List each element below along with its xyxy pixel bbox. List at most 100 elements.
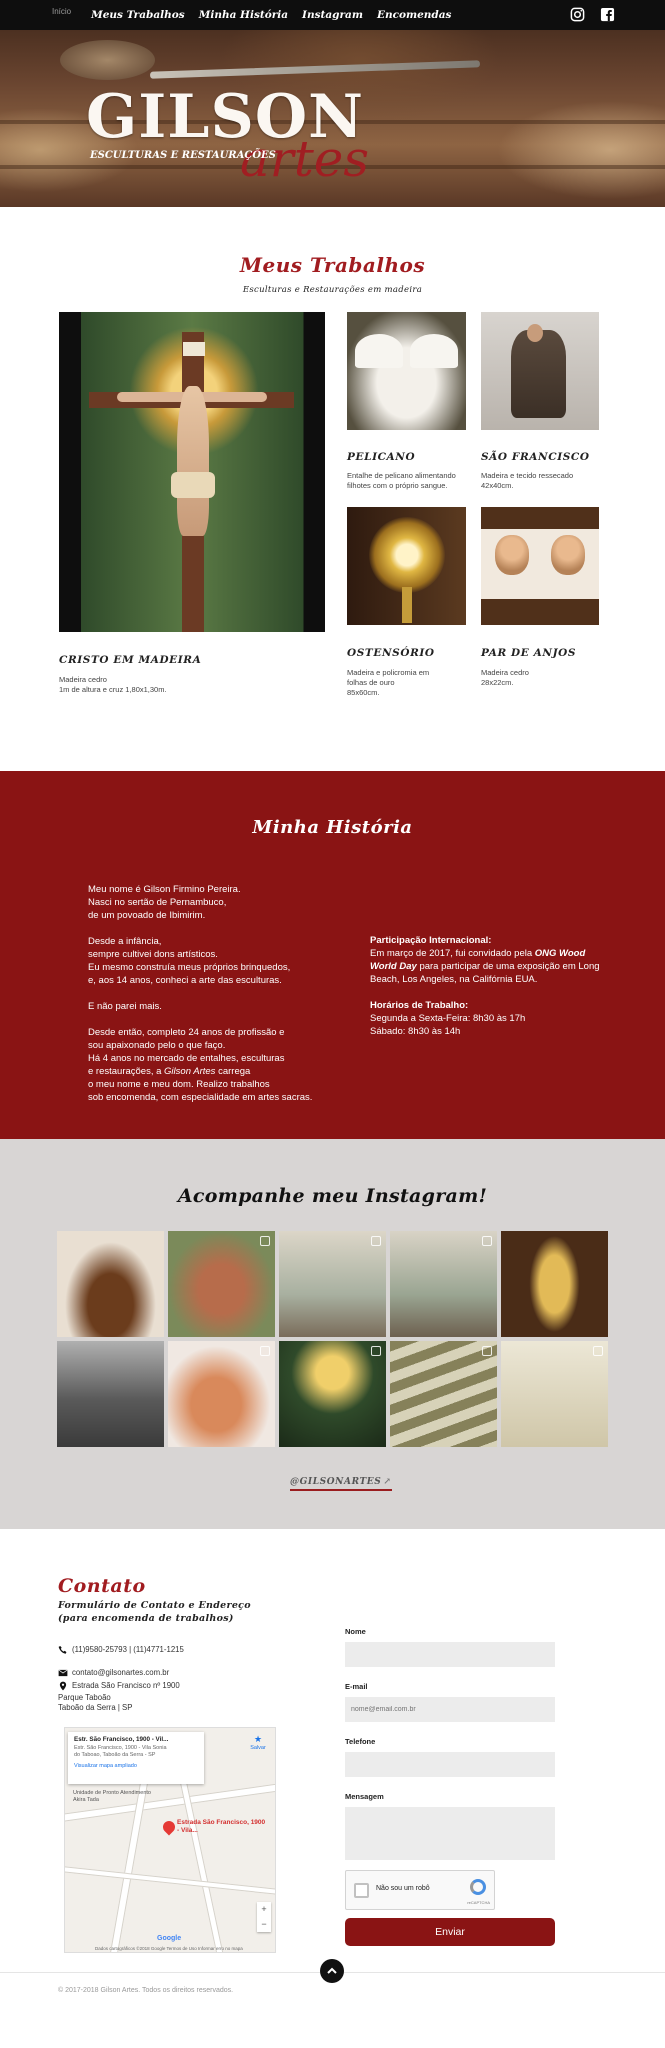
logo-tagline: ESCULTURAS E RESTAURAÇÕES (90, 150, 276, 161)
map-attribution: Dados cartográficos ©2018 Google Termos … (95, 1946, 243, 1951)
map-save-label: Salvar (250, 1745, 266, 1751)
instagram-handle: @GILSONARTES (290, 1477, 382, 1487)
contact-email: contato@gilsonartes.com.br (58, 1668, 169, 1678)
bio-line: sou apaixonado pelo o que faço. (88, 1040, 226, 1051)
instagram-post[interactable] (57, 1231, 164, 1337)
nav-minha-historia[interactable]: Minha História (199, 9, 288, 21)
hero-chisel (149, 60, 481, 79)
message-field[interactable] (345, 1807, 555, 1860)
brand-name: Gilson Artes (164, 1066, 216, 1077)
work-desc-line: folhas de ouro (347, 678, 395, 687)
address-line: Taboão da Serra | SP (58, 1703, 133, 1712)
chevron-up-icon (327, 1967, 337, 1974)
work-desc-line: Madeira e policromia em (347, 668, 430, 677)
external-link-icon: ↗ (383, 1477, 392, 1487)
phone-number: (11)9580-25793 | (11)4771-1215 (72, 1645, 184, 1654)
nav-encomendas[interactable]: Encomendas (377, 9, 452, 21)
work-desc-sao-francisco: Madeira e tecido ressecado 42x40cm. (481, 471, 573, 491)
recaptcha-widget: Não sou um robô reCAPTCHA (345, 1870, 495, 1910)
instagram-title: Acompanhe meu Instagram! (177, 1185, 488, 1207)
history-title: Minha História (252, 817, 413, 838)
ostensorio-image[interactable] (347, 507, 466, 625)
instagram-post[interactable] (501, 1231, 608, 1337)
recaptcha-checkbox[interactable] (354, 1883, 369, 1898)
pelicano-image[interactable] (347, 312, 466, 430)
submit-button[interactable]: Enviar (345, 1918, 555, 1946)
nav-instagram[interactable]: Instagram (302, 9, 363, 21)
instagram-post[interactable] (279, 1341, 386, 1447)
sao-francisco-image[interactable] (481, 312, 599, 430)
map-poi: Unidade de Pronto Atendimento Akira Tada (73, 1790, 151, 1803)
work-desc-line: 42x40cm. (481, 481, 514, 490)
bio-line: de um povoado de Ibimirim. (88, 910, 206, 921)
work-desc-line: Madeira cedro (59, 675, 107, 684)
email-field[interactable] (345, 1697, 555, 1722)
instagram-post[interactable] (390, 1231, 497, 1337)
email-address[interactable]: contato@gilsonartes.com.br (72, 1668, 169, 1678)
contact-title: Contato (58, 1575, 146, 1597)
hours-label: Horários de Trabalho: (370, 1000, 469, 1011)
history-section: Minha História Meu nome é Gilson Firmino… (0, 771, 665, 1139)
hero-tool-handle (60, 40, 155, 80)
map-place-address: Estr. São Francisco, 1900 - Vila Sonia d… (74, 1745, 167, 1758)
works-section: Meus Trabalhos Esculturas e Restaurações… (0, 207, 665, 771)
bio-line: Desde então, completo 24 anos de profiss… (88, 1027, 285, 1038)
name-field[interactable] (345, 1642, 555, 1667)
phone-field[interactable] (345, 1752, 555, 1777)
instagram-post[interactable] (279, 1231, 386, 1337)
recaptcha-brand: reCAPTCHA (467, 1900, 490, 1905)
nav-meus-trabalhos[interactable]: Meus Trabalhos (91, 9, 185, 21)
hours-saturday: Sábado: 8h30 às 14h (370, 1026, 461, 1037)
address-line: Estrada São Francisco nº 1900 (72, 1681, 180, 1690)
bio-line: Há 4 anos no mercado de entalhes, escult… (88, 1053, 285, 1064)
contact-subtitle-line: Formulário de Contato e Endereço (58, 1600, 251, 1611)
work-desc-pelicano: Entalhe de pelicano alimentando filhotes… (347, 471, 456, 491)
work-desc-line: 85x60cm. (347, 688, 380, 697)
bio-line: Nasci no sertão de Pernambuco, (88, 897, 227, 908)
instagram-post[interactable] (168, 1341, 275, 1447)
instagram-feed (57, 1231, 610, 1447)
work-title-ostensorio: OSTENSÓRIO (347, 647, 435, 659)
bio-line: Desde a infância, (88, 936, 162, 947)
cristo-image[interactable] (59, 312, 325, 632)
carousel-icon (260, 1346, 270, 1356)
history-bio: Meu nome é Gilson Firmino Pereira. Nasci… (88, 883, 338, 1117)
instagram-post[interactable] (390, 1341, 497, 1447)
contact-form: Nome E-mail Telefone Mensagem Não sou um… (345, 1627, 555, 1946)
bio-line: sempre cultivei dons artísticos. (88, 949, 218, 960)
back-to-top-button[interactable] (320, 1959, 344, 1983)
work-title-sao-francisco: SÃO FRANCISCO (481, 451, 590, 463)
google-logo: Google (157, 1935, 182, 1942)
map-zoom-control[interactable]: + − (257, 1902, 271, 1932)
works-title: Meus Trabalhos (239, 253, 426, 277)
top-navigation: Início Meus Trabalhos Minha História Ins… (0, 0, 665, 30)
work-desc-line: Madeira e tecido ressecado (481, 471, 574, 480)
recaptcha-logo-icon (470, 1879, 486, 1895)
contact-address: Estrada São Francisco nº 1900 (58, 1681, 180, 1691)
star-icon: ★ (253, 1734, 263, 1744)
work-desc-par-de-anjos: Madeira cedro 28x22cm. (481, 668, 529, 688)
copyright: © 2017-2018 Gilson Artes. Todos os direi… (58, 1987, 234, 1994)
message-label: Mensagem (345, 1792, 384, 1801)
works-subtitle: Esculturas e Restaurações em madeira (242, 285, 423, 295)
instagram-profile-link[interactable]: @GILSONARTES ↗ (290, 1477, 392, 1491)
instagram-post[interactable] (168, 1231, 275, 1337)
map-marker-icon[interactable] (160, 1818, 178, 1836)
map-enlarge-link[interactable]: Visualizar mapa ampliado (74, 1763, 198, 1769)
instagram-post[interactable] (57, 1341, 164, 1447)
facebook-icon[interactable] (600, 7, 615, 22)
contact-subtitle-line: (para encomenda de trabalhos) (58, 1613, 234, 1624)
instagram-icon[interactable] (570, 7, 585, 22)
nav-home-link[interactable]: Início (52, 7, 71, 16)
instagram-post[interactable] (501, 1341, 608, 1447)
carousel-icon (482, 1346, 492, 1356)
google-map[interactable]: Estr. São Francisco, 1900 - Vil... Estr.… (64, 1727, 276, 1953)
name-label: Nome (345, 1627, 366, 1636)
work-desc-line: 28x22cm. (481, 678, 514, 687)
par-de-anjos-image[interactable] (481, 507, 599, 625)
phone-icon (58, 1645, 67, 1654)
intl-text: Em março de 2017, fui convidado pela (370, 948, 535, 959)
instagram-section: Acompanhe meu Instagram! @GILSONARTES ↗ (0, 1139, 665, 1529)
map-save-button[interactable]: ★ Salvar (247, 1734, 269, 1751)
email-label: E-mail (345, 1682, 368, 1691)
